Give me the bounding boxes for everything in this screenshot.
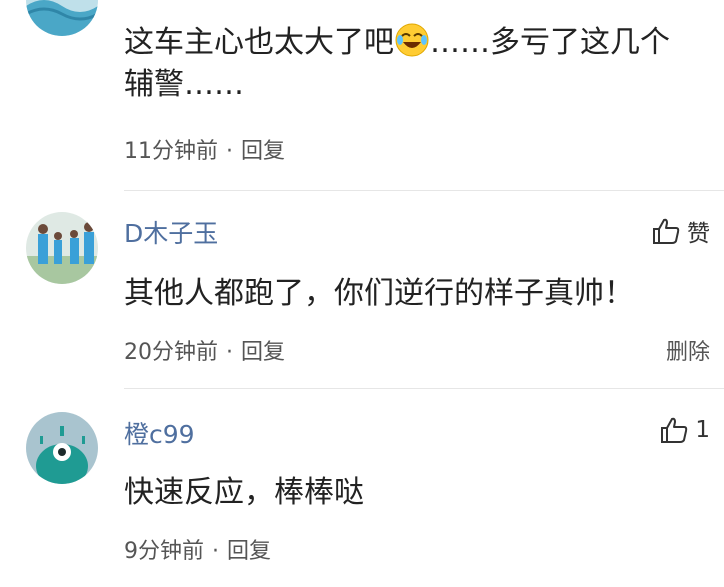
reply-button[interactable]: 回复 bbox=[227, 539, 271, 564]
comment-text: 这车主心也太大了吧 ……多亏了这几个辅警…… bbox=[124, 22, 684, 106]
comment-meta: 20分钟前 · 回复 bbox=[124, 334, 285, 366]
timestamp: 11分钟前 bbox=[124, 139, 218, 164]
reply-button[interactable]: 回复 bbox=[241, 139, 285, 164]
like-button[interactable]: 1 bbox=[659, 415, 710, 445]
separator: · bbox=[226, 340, 233, 365]
comment-meta: 9分钟前 · 回复 bbox=[124, 533, 271, 565]
delete-button[interactable]: 删除 bbox=[666, 334, 710, 366]
laughing-crying-emoji-icon bbox=[395, 23, 429, 57]
separator: · bbox=[212, 539, 219, 564]
author-name[interactable]: 橙c99 bbox=[124, 415, 195, 451]
avatar[interactable] bbox=[26, 412, 98, 484]
avatar[interactable] bbox=[26, 0, 98, 36]
avatar[interactable] bbox=[26, 212, 98, 284]
comment-meta: 11分钟前 · 回复 bbox=[124, 133, 285, 165]
divider bbox=[124, 388, 724, 389]
thumbs-up-icon bbox=[653, 218, 680, 244]
thumbs-up-icon bbox=[661, 417, 688, 443]
timestamp: 9分钟前 bbox=[124, 539, 204, 564]
comment-1: 这车主心也太大了吧 ……多亏了这几个辅警…… 11分钟前 · 回复 bbox=[0, 0, 724, 191]
like-count: 1 bbox=[695, 417, 710, 443]
like-label: 赞 bbox=[687, 221, 710, 247]
comment-2: D木子玉 赞 其他人都跑了，你们逆行的样子真帅！ 20分钟前 · 回复 删除 bbox=[0, 190, 724, 390]
separator: · bbox=[226, 139, 233, 164]
reply-button[interactable]: 回复 bbox=[241, 340, 285, 365]
comment-text: 其他人都跑了，你们逆行的样子真帅！ bbox=[124, 276, 634, 311]
like-button[interactable]: 赞 bbox=[651, 214, 710, 248]
author-name[interactable]: D木子玉 bbox=[124, 214, 218, 250]
comment-text: 快速反应，棒棒哒 bbox=[124, 475, 364, 510]
timestamp: 20分钟前 bbox=[124, 340, 218, 365]
comment-3: 橙c99 1 快速反应，棒棒哒 9分钟前 · 回复 bbox=[0, 390, 724, 587]
